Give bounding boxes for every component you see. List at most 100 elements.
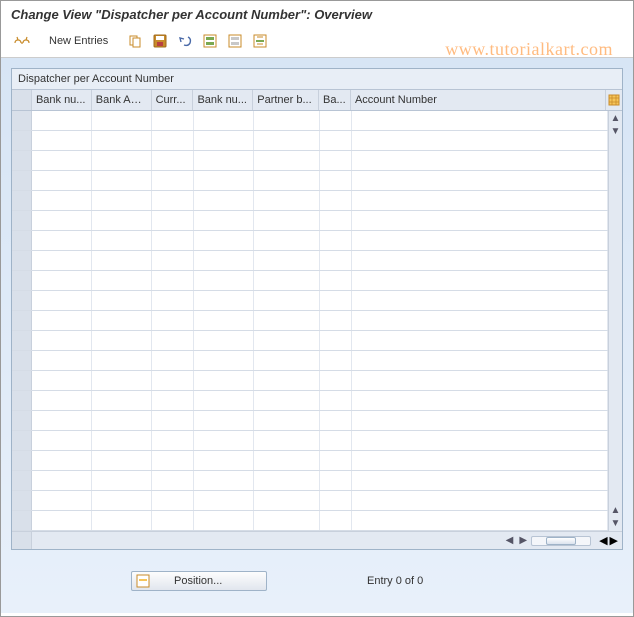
row-selector[interactable]	[12, 191, 32, 210]
cell[interactable]	[254, 471, 320, 490]
cell[interactable]	[320, 231, 352, 250]
cell[interactable]	[92, 451, 152, 470]
cell[interactable]	[194, 191, 254, 210]
cell[interactable]	[32, 491, 92, 510]
cell[interactable]	[352, 251, 608, 270]
cell[interactable]	[92, 471, 152, 490]
cell[interactable]	[320, 111, 352, 130]
cell[interactable]	[352, 131, 608, 150]
cell[interactable]	[254, 371, 320, 390]
cell[interactable]	[92, 191, 152, 210]
cell[interactable]	[194, 151, 254, 170]
cell[interactable]	[32, 231, 92, 250]
cell[interactable]	[352, 511, 608, 530]
cell[interactable]	[352, 411, 608, 430]
cell[interactable]	[352, 291, 608, 310]
cell[interactable]	[320, 271, 352, 290]
cell[interactable]	[320, 211, 352, 230]
cell[interactable]	[254, 171, 320, 190]
cell[interactable]	[254, 131, 320, 150]
cell[interactable]	[254, 411, 320, 430]
cell[interactable]	[92, 111, 152, 130]
cell[interactable]	[352, 471, 608, 490]
cell[interactable]	[352, 391, 608, 410]
cell[interactable]	[152, 311, 194, 330]
cell[interactable]	[194, 451, 254, 470]
cell[interactable]	[254, 111, 320, 130]
cell[interactable]	[152, 251, 194, 270]
cell[interactable]	[352, 331, 608, 350]
cell[interactable]	[92, 151, 152, 170]
row-selector[interactable]	[12, 271, 32, 290]
scroll-up-small-icon[interactable]: ▲	[611, 505, 621, 516]
row-selector[interactable]	[12, 491, 32, 510]
cell[interactable]	[152, 411, 194, 430]
cell[interactable]	[32, 411, 92, 430]
cell[interactable]	[152, 351, 194, 370]
cell[interactable]	[254, 231, 320, 250]
cell[interactable]	[352, 231, 608, 250]
cell[interactable]	[254, 511, 320, 530]
select-all-icon[interactable]	[199, 31, 221, 51]
cell[interactable]	[92, 291, 152, 310]
cell[interactable]	[32, 371, 92, 390]
cell[interactable]	[254, 191, 320, 210]
cell[interactable]	[152, 271, 194, 290]
select-all-rows[interactable]	[12, 90, 32, 110]
scroll-down-small-icon[interactable]: ▼	[611, 126, 621, 137]
cell[interactable]	[254, 491, 320, 510]
row-selector[interactable]	[12, 411, 32, 430]
cell[interactable]	[92, 251, 152, 270]
column-header[interactable]: Bank Acc...	[92, 90, 152, 110]
cell[interactable]	[320, 151, 352, 170]
row-selector[interactable]	[12, 131, 32, 150]
row-selector[interactable]	[12, 371, 32, 390]
table-row[interactable]	[12, 351, 608, 371]
hscroll-thumb[interactable]	[546, 537, 576, 545]
cell[interactable]	[152, 471, 194, 490]
cell[interactable]	[194, 371, 254, 390]
cell[interactable]	[32, 451, 92, 470]
cell[interactable]	[352, 211, 608, 230]
cell[interactable]	[92, 171, 152, 190]
cell[interactable]	[92, 491, 152, 510]
cell[interactable]	[320, 431, 352, 450]
cell[interactable]	[320, 371, 352, 390]
cell[interactable]	[152, 431, 194, 450]
table-row[interactable]	[12, 171, 608, 191]
cell[interactable]	[152, 131, 194, 150]
table-row[interactable]	[12, 411, 608, 431]
column-header[interactable]: Curr...	[152, 90, 194, 110]
cell[interactable]	[32, 311, 92, 330]
table-row[interactable]	[12, 251, 608, 271]
table-row[interactable]	[12, 131, 608, 151]
cell[interactable]	[320, 331, 352, 350]
cell[interactable]	[320, 251, 352, 270]
cell[interactable]	[152, 391, 194, 410]
cell[interactable]	[352, 311, 608, 330]
hscroll-left-group[interactable]: ◀ ▶	[500, 532, 595, 549]
cell[interactable]	[32, 391, 92, 410]
row-selector[interactable]	[12, 171, 32, 190]
new-entries-button[interactable]: New Entries	[40, 31, 117, 51]
cell[interactable]	[194, 111, 254, 130]
cell[interactable]	[32, 511, 92, 530]
cell[interactable]	[32, 251, 92, 270]
cell[interactable]	[254, 151, 320, 170]
cell[interactable]	[320, 411, 352, 430]
deselect-all-icon[interactable]	[224, 31, 246, 51]
cell[interactable]	[320, 491, 352, 510]
cell[interactable]	[152, 171, 194, 190]
table-row[interactable]	[12, 511, 608, 531]
undo-icon[interactable]	[174, 31, 196, 51]
cell[interactable]	[92, 311, 152, 330]
cell[interactable]	[352, 191, 608, 210]
table-row[interactable]	[12, 191, 608, 211]
cell[interactable]	[92, 131, 152, 150]
copy-icon[interactable]	[124, 31, 146, 51]
scroll-right-icon[interactable]: ▶	[517, 535, 529, 546]
row-selector[interactable]	[12, 311, 32, 330]
column-header[interactable]: Bank nu...	[32, 90, 92, 110]
cell[interactable]	[194, 431, 254, 450]
cell[interactable]	[254, 451, 320, 470]
